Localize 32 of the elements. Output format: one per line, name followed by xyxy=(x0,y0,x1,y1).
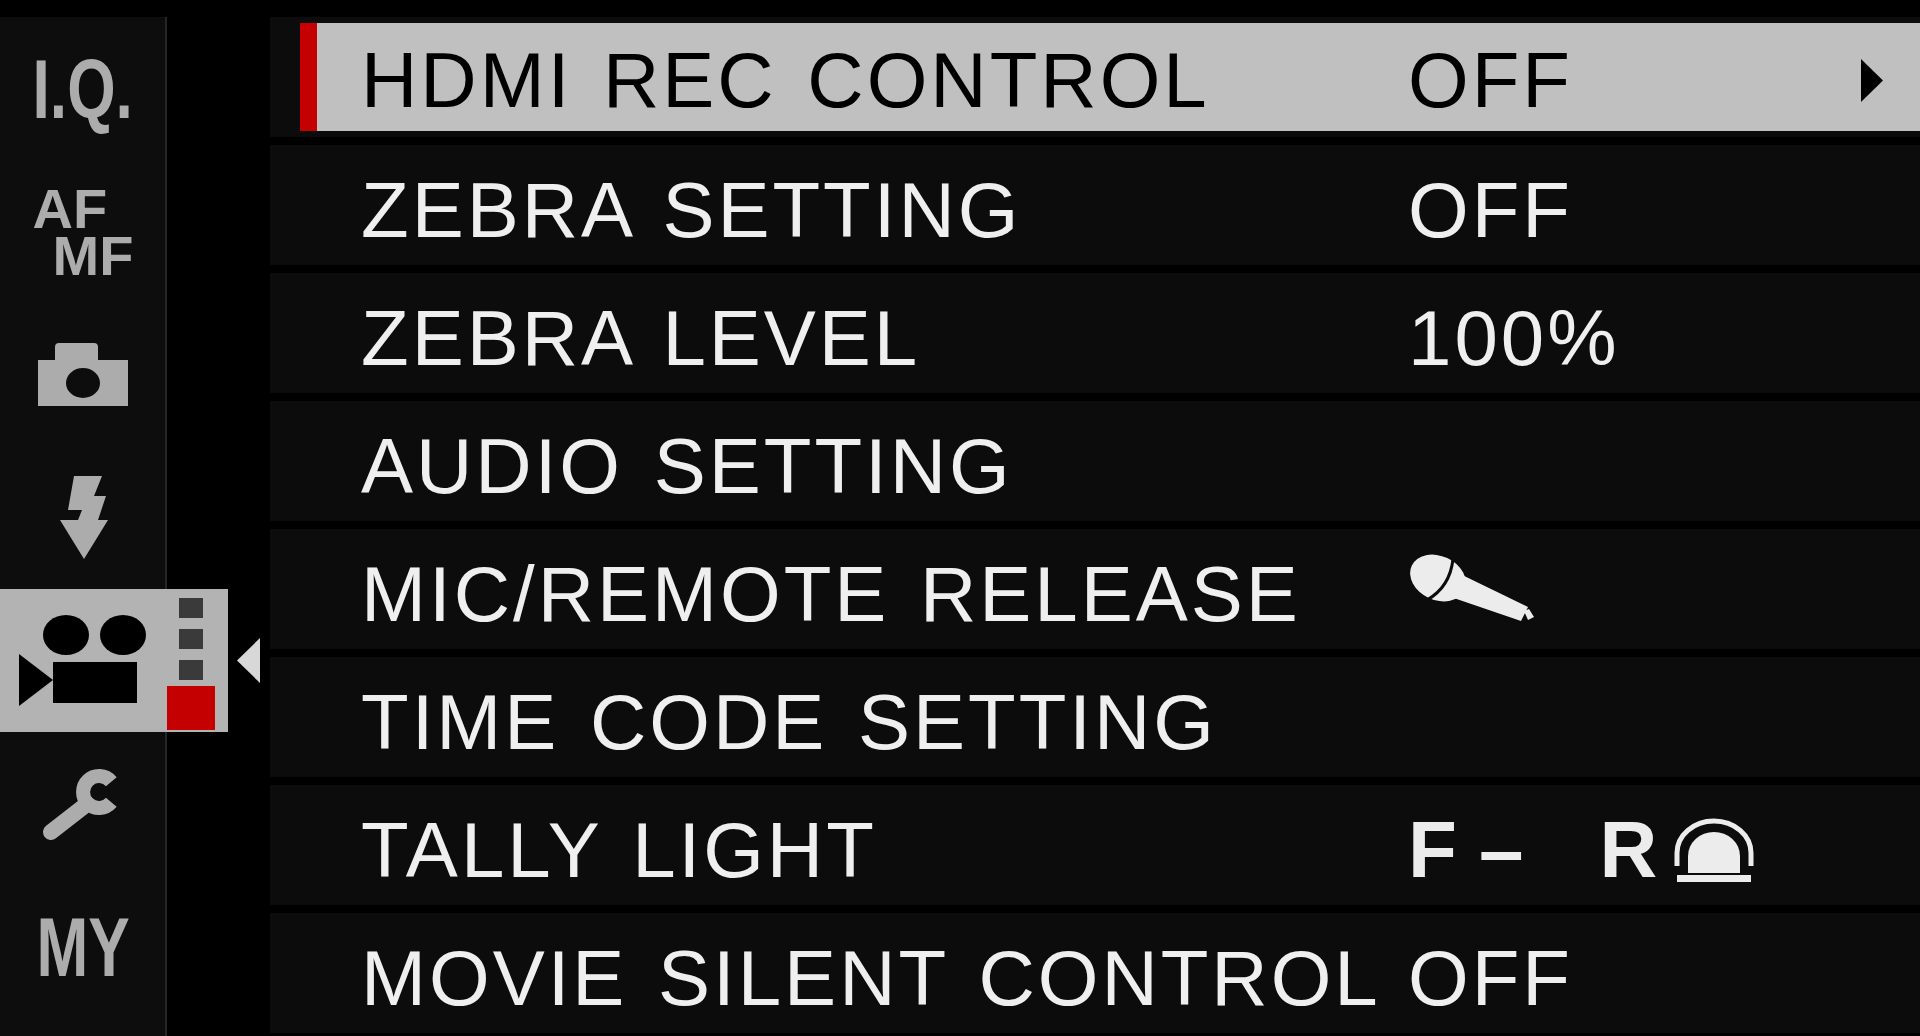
menu-label: TALLY LIGHT xyxy=(361,811,878,889)
menu-label: MIC/REMOTE RELEASE xyxy=(361,555,1302,633)
caret-right-icon xyxy=(1861,58,1883,102)
menu-row[interactable]: MOVIE SILENT CONTROL OFF xyxy=(270,913,1920,1033)
setting-value: OFF xyxy=(1408,171,1573,249)
menu-row[interactable]: TALLY LIGHT F – R xyxy=(270,785,1920,905)
menu-tab[interactable] xyxy=(0,589,228,732)
menu-label: MOVIE SILENT CONTROL xyxy=(361,939,1382,1017)
menu-tab[interactable]: MY xyxy=(36,904,130,989)
menu-label: ZEBRA SETTING xyxy=(361,171,1023,249)
menu-label: TIME CODE SETTING xyxy=(361,683,1219,761)
menu-row[interactable]: TIME CODE SETTING xyxy=(270,657,1920,777)
menu-row[interactable]: ZEBRA SETTING OFF xyxy=(270,145,1920,265)
movie-camera-icon xyxy=(19,615,147,706)
menu-tab[interactable] xyxy=(38,343,128,406)
tally-front-value: F – xyxy=(1408,810,1524,890)
setting-value: OFF xyxy=(1408,939,1573,1017)
menu-row[interactable]: HDMI REC CONTROL OFF xyxy=(270,17,1920,137)
menu-row[interactable]: MIC/REMOTE RELEASE xyxy=(270,529,1920,649)
flash-icon xyxy=(58,476,108,559)
setting-value: 100% xyxy=(1408,299,1620,377)
setting-value: OFF xyxy=(1408,41,1573,119)
caret-left-icon xyxy=(237,638,260,683)
menu-label: ZEBRA LEVEL xyxy=(361,299,922,377)
menu-tab[interactable] xyxy=(58,476,108,559)
menu-label: HDMI REC CONTROL xyxy=(361,41,1211,119)
camera-icon xyxy=(38,343,128,406)
menu-row[interactable]: AUDIO SETTING xyxy=(270,401,1920,521)
menu-tab[interactable]: AF MF xyxy=(32,184,134,279)
menu-label: AUDIO SETTING xyxy=(361,427,1014,505)
menu-row[interactable]: ZEBRA LEVEL 100% xyxy=(270,273,1920,393)
tally-rear-value: R xyxy=(1599,810,1658,890)
